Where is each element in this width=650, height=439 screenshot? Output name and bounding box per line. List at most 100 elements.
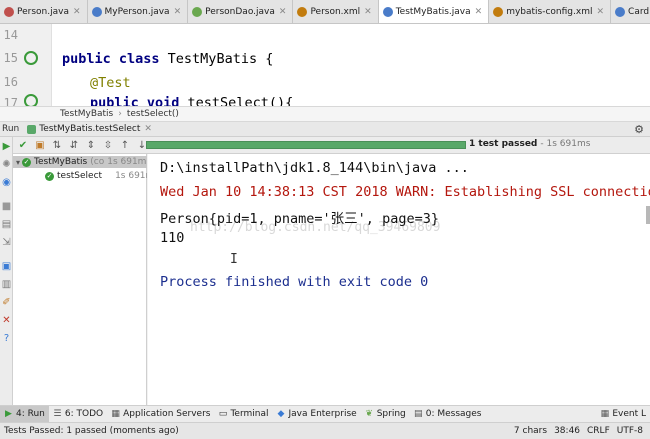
editor-tab[interactable]: PersonDao.java ✕: [188, 0, 294, 23]
test-runner-toolbar: ✔ ▣ ⇅ ⇵ ⇕ ⇳ ↑ ↓ 1 test passed - 1s 691ms: [13, 137, 650, 154]
close-tab-icon[interactable]: ✕: [73, 7, 81, 17]
line-number: 17: [3, 96, 18, 106]
editor-tab-label: Person.java: [17, 7, 69, 17]
tool-window-bar: ▶ 4: Run ☰ 6: TODO ▦ Application Servers ▭ Term…: [0, 405, 650, 422]
play-icon: ▶: [5, 408, 12, 419]
editor-tab-label: MyPerson.java: [104, 7, 170, 17]
status-caret-position[interactable]: 38:46: [554, 426, 580, 436]
spring-icon: ❦: [365, 408, 373, 419]
server-icon: ▦: [111, 408, 120, 419]
run-config-name: TestMyBatis.testSelect: [39, 124, 141, 134]
filter-icon[interactable]: ✐: [1, 297, 12, 308]
stop-icon[interactable]: ■: [1, 201, 12, 212]
tool-window-button[interactable]: ▭ Terminal: [214, 406, 272, 422]
close-tab-icon[interactable]: ✕: [364, 7, 372, 17]
text-cursor: I: [230, 252, 238, 267]
tool-window-button[interactable]: ☰ 6: TODO: [49, 406, 107, 422]
close-icon[interactable]: ✕: [144, 124, 152, 134]
close-tab-icon[interactable]: ✕: [174, 7, 182, 17]
tool-window-button[interactable]: ▤ 0: Messages: [410, 406, 486, 422]
tool-window-label: Terminal: [230, 409, 269, 419]
test-class-suffix: (co: [90, 157, 105, 167]
sort-alphabetically-icon[interactable]: ⇅: [50, 139, 64, 152]
java-class-icon: [4, 7, 14, 17]
run-test-method-icon[interactable]: [24, 94, 38, 106]
status-encoding[interactable]: UTF-8: [617, 426, 643, 436]
tool-window-button[interactable]: ◆ Java Enterprise: [273, 406, 361, 422]
editor-tab-bar: Person.java ✕ MyPerson.java ✕ PersonDao.java…: [0, 0, 650, 24]
tool-window-button[interactable]: ▦ Application Servers: [107, 406, 214, 422]
help-icon[interactable]: ?: [1, 333, 12, 344]
previous-icon[interactable]: ↑: [118, 139, 132, 152]
pin-icon[interactable]: ▣: [1, 261, 12, 272]
editor-tab-label: mybatis-config.xml: [506, 7, 593, 17]
editor-tab-label: PersonDao.java: [205, 7, 275, 17]
debug-icon[interactable]: ✺: [1, 159, 12, 170]
console-scrollbar[interactable]: [646, 206, 650, 224]
tool-window-label: Spring: [376, 409, 406, 419]
show-ignored-icon[interactable]: ▣: [33, 139, 47, 152]
test-config-icon: [27, 124, 37, 134]
close-panel-icon[interactable]: ✕: [1, 315, 12, 326]
editor-tab[interactable]: mybatis-config.xml ✕: [489, 0, 612, 23]
editor-tab[interactable]: MyPerson.java ✕: [88, 0, 189, 23]
java-interface-icon: [192, 7, 203, 17]
chevron-down-icon: ▾: [16, 157, 21, 167]
console-line: Wed Jan 10 14:38:13 CST 2018 WARN: Estab…: [160, 184, 650, 200]
collapse-all-icon[interactable]: ⇳: [101, 139, 115, 152]
toggle-tree-icon[interactable]: ▤: [1, 219, 12, 230]
todo-icon: ☰: [53, 408, 62, 419]
export-icon[interactable]: ⇲: [1, 237, 12, 248]
run-test-class-icon[interactable]: [24, 51, 38, 65]
editor-tab[interactable]: Person.xml ✕: [293, 0, 379, 23]
code-line-method-declaration: public void testSelect(){: [90, 95, 294, 106]
layout-icon[interactable]: ▥: [1, 279, 12, 290]
test-passed-icon: ✓: [22, 157, 32, 167]
tool-window-label: 6: TODO: [64, 409, 104, 419]
test-summary: 1 test passed - 1s 691ms: [469, 139, 590, 149]
editor-tab[interactable]: Card.java✕: [611, 0, 650, 23]
test-class-name: TestMyBatis: [34, 157, 88, 167]
console-line: Process finished with exit code 0: [160, 274, 429, 290]
expand-all-icon[interactable]: ⇕: [84, 139, 98, 152]
test-results-tree: ▾ ✓ TestMyBatis (co 1s 691ms ✓ testSelec…: [13, 154, 147, 405]
breadcrumb: TestMyBatis › testSelect(): [0, 106, 650, 122]
rerun-failed-icon[interactable]: ◉: [1, 177, 12, 188]
tool-window-label: 4: Run: [16, 409, 45, 419]
gear-icon[interactable]: ⚙: [634, 123, 644, 136]
editor-tab[interactable]: TestMyBatis.java ✕: [378, 0, 490, 23]
tool-window-button[interactable]: ▶ 4: Run: [0, 406, 49, 422]
console-output[interactable]: http://blog.csdn.net/qq_39469809 I D:\in…: [148, 154, 650, 405]
console-line: D:\installPath\jdk1.8_144\bin\java ...: [160, 160, 469, 176]
console-line: Person{pid=1, pname='张三', page=3}: [160, 211, 439, 227]
event-log-button[interactable]: ▦ Event L: [596, 406, 650, 422]
sort-by-duration-icon[interactable]: ⇵: [67, 139, 81, 152]
event-log-icon: ▦: [600, 408, 610, 419]
rerun-icon[interactable]: ▶: [1, 141, 12, 152]
line-number: 15: [3, 51, 18, 65]
close-tab-icon[interactable]: ✕: [475, 7, 483, 17]
status-message[interactable]: Tests Passed: 1 passed (moments ago): [0, 426, 514, 436]
test-class-time: 1s 691ms: [107, 157, 147, 167]
breadcrumb-method[interactable]: testSelect(): [127, 109, 179, 119]
close-tab-icon[interactable]: ✕: [279, 7, 287, 17]
editor-tab-label: Card.java: [628, 7, 650, 17]
show-passed-icon[interactable]: ✔: [16, 139, 30, 152]
run-side-toolbar: ▶ ✺ ◉ ■ ▤ ⇲ ▣ ▥ ✐ ✕ ?: [0, 137, 13, 405]
xml-file-icon: [493, 7, 504, 17]
tree-node-test-method[interactable]: ✓ testSelect 1s 691ms: [13, 170, 147, 182]
status-line-separator[interactable]: CRLF: [587, 426, 610, 436]
code-editor[interactable]: 14 15 16 17 public class TestMyBatis { @…: [0, 24, 650, 106]
tool-window-label: Application Servers: [123, 409, 211, 419]
tests-passed-label: 1 test passed: [469, 139, 538, 149]
breadcrumb-class[interactable]: TestMyBatis: [60, 109, 113, 119]
status-char-count: 7 chars: [513, 426, 548, 436]
tool-window-button[interactable]: ❦ Spring: [361, 406, 410, 422]
line-number: 16: [3, 75, 18, 89]
editor-tab[interactable]: Person.java ✕: [0, 0, 88, 23]
close-tab-icon[interactable]: ✕: [596, 7, 604, 17]
run-panel-label: Run: [2, 124, 20, 134]
status-bar: Tests Passed: 1 passed (moments ago) 7 c…: [0, 422, 650, 439]
tree-node-test-class[interactable]: ▾ ✓ TestMyBatis (co 1s 691ms: [13, 156, 147, 168]
run-config-tab[interactable]: TestMyBatis.testSelect ✕: [27, 124, 152, 134]
